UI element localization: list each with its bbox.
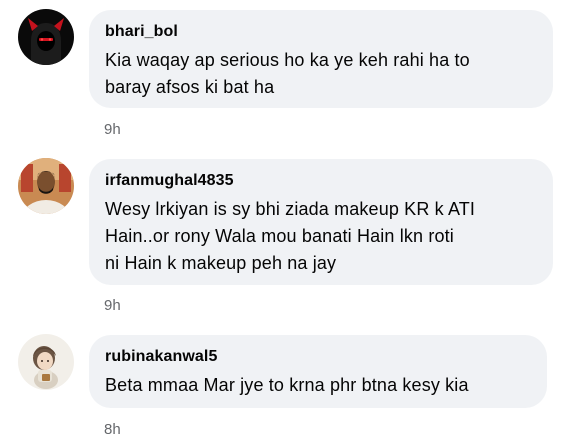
man-photo-avatar-icon (18, 158, 74, 214)
girl-cartoon-avatar-icon (18, 334, 74, 390)
comment-text-line: ni Hain k makeup peh na jay (105, 253, 337, 273)
comment-author[interactable]: rubinakanwal5 (105, 347, 531, 367)
comment-text-line: Wesy lrkiyan is sy bhi ziada makeup KR k… (105, 199, 476, 219)
avatar[interactable] (18, 334, 74, 390)
comment-bubble: rubinakanwal5 Beta mmaa Mar jye to krna … (89, 335, 547, 408)
comment-text: Kia waqay ap serious ho ka ye keh rahi h… (105, 47, 537, 101)
comment-bubble: irfanmughal4835 Wesy lrkiyan is sy bhi z… (89, 159, 553, 285)
comment-timestamp[interactable]: 9h (104, 297, 121, 315)
devil-hood-avatar-icon (18, 9, 74, 65)
avatar[interactable] (18, 158, 74, 214)
comment-text: Beta mmaa Mar jye to krna phr btna kesy … (105, 372, 531, 399)
comment-text-line: Kia waqay ap serious ho ka ye keh rahi h… (105, 50, 470, 70)
comment-timestamp[interactable]: 9h (104, 121, 121, 139)
comment-text-line: baray afsos ki bat ha (105, 77, 275, 97)
comment-text-line: Hain..or rony Wala mou banati Hain lkn r… (105, 226, 454, 246)
comment-text: Wesy lrkiyan is sy bhi ziada makeup KR k… (105, 196, 537, 277)
comment-timestamp[interactable]: 8h (104, 421, 121, 439)
comment-author[interactable]: irfanmughal4835 (105, 171, 537, 191)
avatar[interactable] (18, 9, 74, 65)
comment-bubble: bhari_bol Kia waqay ap serious ho ka ye … (89, 10, 553, 108)
comment-text-line: Beta mmaa Mar jye to krna phr btna kesy … (105, 375, 469, 395)
comment-author[interactable]: bhari_bol (105, 22, 537, 42)
